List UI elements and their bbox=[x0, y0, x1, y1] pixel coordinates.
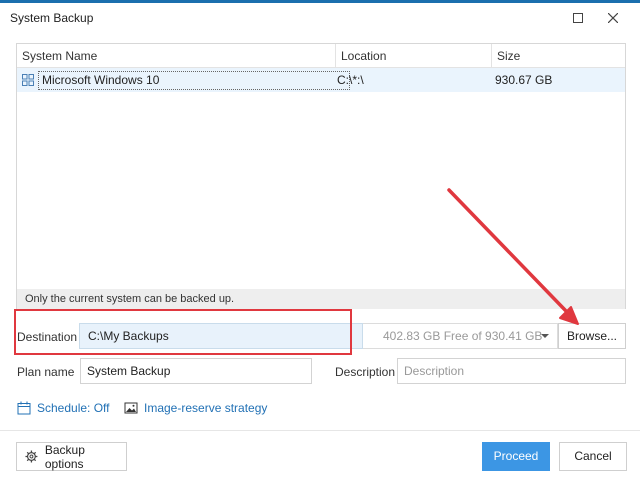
cell-size: 930.67 GB bbox=[495, 73, 553, 87]
plan-name-label: Plan name bbox=[17, 365, 75, 379]
column-header-size[interactable]: Size bbox=[491, 44, 625, 68]
table-row[interactable]: Microsoft Windows 10 C:\*:\ 930.67 GB bbox=[17, 68, 625, 92]
title-bar: System Backup bbox=[0, 3, 640, 31]
window-title: System Backup bbox=[10, 11, 94, 25]
schedule-link-label: Schedule: Off bbox=[37, 401, 110, 415]
browse-button[interactable]: Browse... bbox=[558, 323, 626, 349]
destination-label: Destination bbox=[17, 330, 78, 344]
maximize-icon bbox=[573, 13, 583, 23]
windows-logo-icon bbox=[22, 74, 34, 86]
schedule-link[interactable]: Schedule: Off bbox=[17, 400, 110, 416]
proceed-button[interactable]: Proceed bbox=[482, 442, 550, 471]
column-header-location[interactable]: Location bbox=[335, 44, 491, 68]
cell-system-name: Microsoft Windows 10 bbox=[42, 73, 160, 87]
footer-divider bbox=[0, 430, 640, 431]
cancel-button[interactable]: Cancel bbox=[559, 442, 627, 471]
calendar-icon bbox=[17, 401, 31, 415]
description-field[interactable]: Description bbox=[397, 358, 626, 384]
description-label: Description bbox=[335, 365, 396, 379]
gear-icon bbox=[25, 450, 38, 463]
plan-name-field[interactable]: System Backup bbox=[80, 358, 312, 384]
chevron-down-icon[interactable] bbox=[540, 332, 550, 340]
list-footer-note: Only the current system can be backed up… bbox=[17, 289, 625, 309]
image-icon bbox=[124, 402, 138, 414]
maximize-button[interactable] bbox=[568, 8, 588, 28]
close-button[interactable] bbox=[603, 8, 623, 28]
backup-options-button[interactable]: Backup options bbox=[16, 442, 127, 471]
free-space-dropdown[interactable]: 402.83 GB Free of 930.41 GB bbox=[363, 323, 558, 349]
image-reserve-link-label: Image-reserve strategy bbox=[144, 401, 268, 415]
backup-options-label: Backup options bbox=[44, 442, 85, 471]
system-list: System Name Location Size Microsoft Wind… bbox=[16, 43, 626, 309]
close-icon bbox=[608, 13, 618, 23]
image-reserve-link[interactable]: Image-reserve strategy bbox=[124, 400, 267, 416]
destination-field[interactable]: C:\My Backups bbox=[79, 323, 363, 349]
column-header-system-name[interactable]: System Name bbox=[17, 44, 335, 68]
cell-location: C:\*:\ bbox=[337, 73, 364, 87]
list-header: System Name Location Size bbox=[17, 44, 625, 68]
